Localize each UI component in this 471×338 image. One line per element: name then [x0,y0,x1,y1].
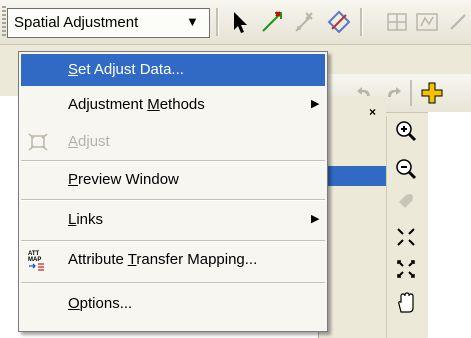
menu-item-label: Set Adjust Data... [68,61,184,78]
menu-item-label: Attribute Transfer Mapping... [68,251,258,268]
menu-item-attribute-transfer-mapping[interactable]: ATT MAP Attribute Transfer Mapping... [21,244,325,276]
map-icon-text: MAP [28,257,41,263]
menu-item-links[interactable]: Links ▶ [21,204,325,236]
spatial-adjustment-label: Spatial Adjustment [14,14,139,31]
zoom-out-icon[interactable] [393,156,419,182]
menu-separator [21,282,325,284]
menu-item-label: Adjust [68,133,110,150]
adjust-icon [28,133,48,151]
tools-panel [386,116,427,338]
menu-item-set-adjust-data[interactable]: Set Adjust Data... [21,54,325,86]
toolbar-separator [410,80,412,106]
menu-item-label: Links [68,211,104,228]
dropdown-caret-icon: ▼ [186,14,199,29]
map-display-area[interactable] [428,112,471,338]
more-tools-icon[interactable] [445,9,471,35]
menu-separator [21,199,325,201]
new-limited-adjustment-area-icon[interactable] [414,9,440,35]
selected-layer-highlight[interactable] [320,166,386,186]
modify-link-icon[interactable] [292,9,318,35]
submenu-arrow-icon: ▶ [311,98,320,110]
close-icon[interactable]: × [369,105,376,119]
multi-displacement-link-icon[interactable] [326,9,352,35]
spatial-adjustment-menu: Set Adjust Data... Adjustment Methods ▶ … [18,51,328,332]
menu-item-adjust[interactable]: Adjust [21,126,325,158]
menu-item-adjustment-methods[interactable]: Adjustment Methods ▶ [21,89,325,121]
toolbar-separator [360,8,363,36]
menu-item-label: Preview Window [68,171,179,188]
menu-item-label: Options... [68,295,133,312]
pan-icon[interactable] [393,188,419,214]
fixed-zoom-out-icon[interactable] [393,256,419,282]
menu-item-preview-window[interactable]: Preview Window [21,164,325,196]
new-identity-link-icon[interactable] [384,9,410,35]
hand-pan-icon[interactable] [393,290,419,316]
fixed-zoom-in-icon[interactable] [393,224,419,250]
spatial-adjustment-toolbar: Spatial Adjustment ▼ [0,0,471,45]
attribute-transfer-mapping-icon: ATT MAP [28,251,44,271]
submenu-arrow-icon: ▶ [311,213,320,225]
new-displacement-link-icon[interactable] [259,9,285,35]
menu-separator [21,240,325,242]
zoom-in-icon[interactable] [393,118,419,144]
add-data-icon[interactable] [420,81,444,105]
menu-item-label: Adjustment Methods [68,96,205,113]
toolbar-grip[interactable] [2,6,6,38]
toolbar-separator [216,8,219,36]
spatial-adjustment-dropdown[interactable]: Spatial Adjustment ▼ [7,8,210,38]
select-arrow-icon[interactable] [228,9,254,35]
menu-separator [21,160,325,162]
menu-item-options[interactable]: Options... [21,288,325,320]
